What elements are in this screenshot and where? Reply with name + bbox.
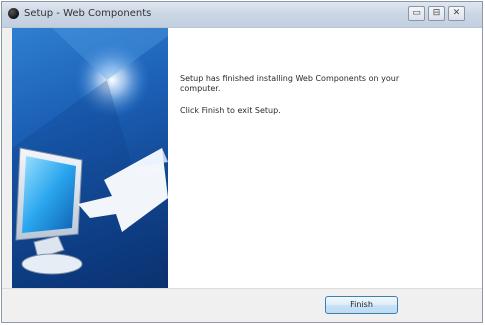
finish-button[interactable]: Finish xyxy=(325,296,398,314)
minimize-icon: ▭ xyxy=(412,8,421,18)
close-icon: ✕ xyxy=(452,8,461,18)
close-button[interactable]: ✕ xyxy=(448,6,465,21)
monitor-illustration xyxy=(12,28,168,288)
maximize-icon: ⊟ xyxy=(432,8,441,18)
button-bar: Finish xyxy=(2,288,482,322)
setup-window: Setup - Web Components ▭ ⊟ ✕ Setup has f… xyxy=(1,1,483,323)
window-title: Setup - Web Components xyxy=(24,8,152,19)
maximize-button[interactable]: ⊟ xyxy=(428,6,445,21)
finished-message: Setup has finished installing Web Compon… xyxy=(180,74,400,93)
title-bar[interactable]: Setup - Web Components ▭ ⊟ ✕ xyxy=(2,2,482,28)
wizard-image-panel xyxy=(12,28,168,288)
wizard-content: Setup has finished installing Web Compon… xyxy=(168,28,482,288)
minimize-button[interactable]: ▭ xyxy=(408,6,425,21)
exit-instruction: Click Finish to exit Setup. xyxy=(180,106,281,115)
setup-app-icon xyxy=(8,8,19,19)
